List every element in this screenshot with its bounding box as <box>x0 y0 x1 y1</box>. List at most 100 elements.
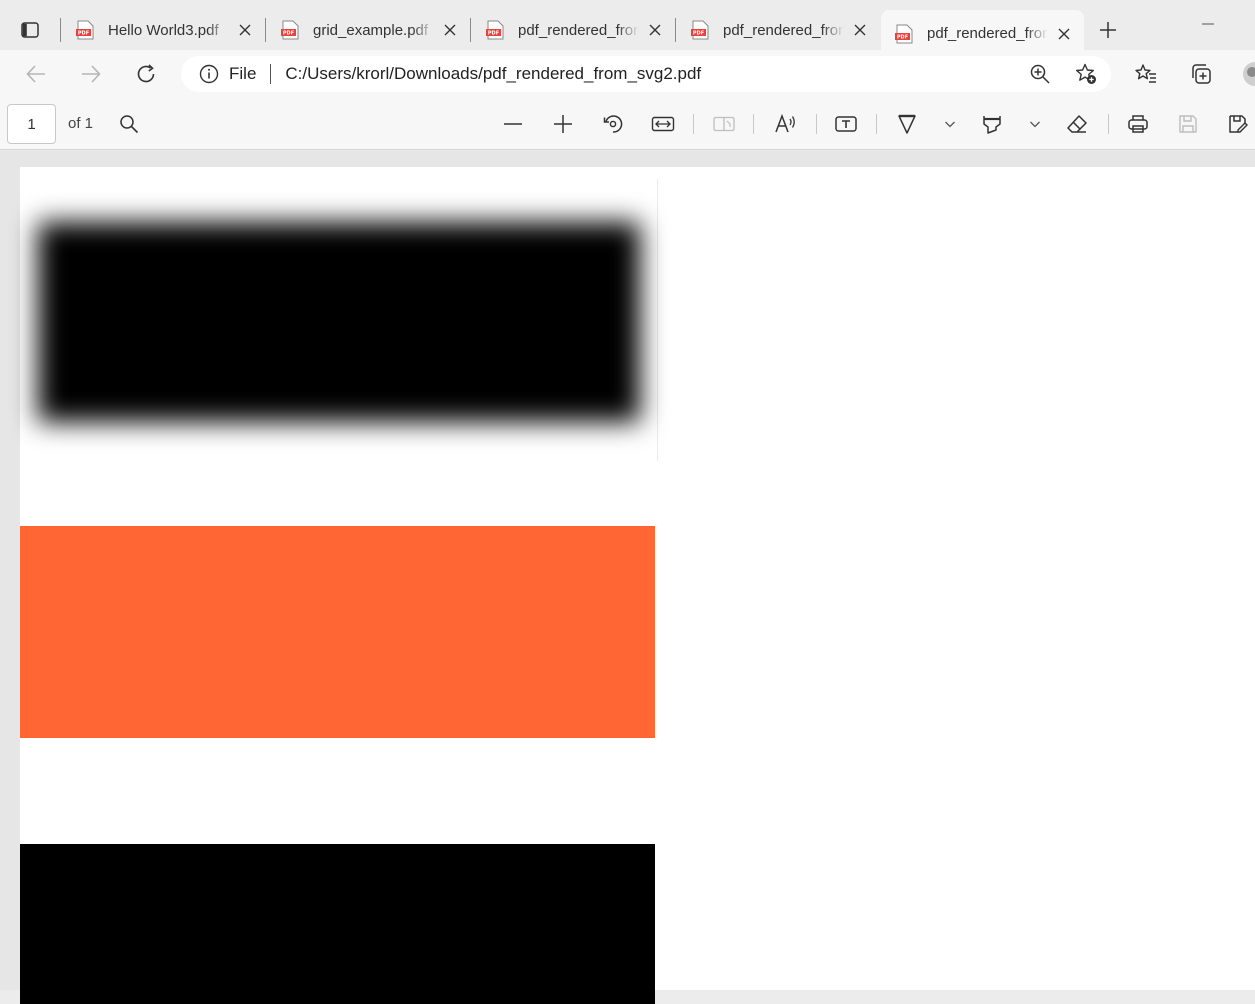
favorites-button[interactable] <box>1130 58 1162 90</box>
pdf-file-icon: PDF <box>281 20 299 40</box>
tab-hello-world3[interactable]: PDF Hello World3.pdf <box>62 10 265 50</box>
arrow-left-icon <box>25 63 47 85</box>
tab-actions-icon <box>20 20 40 40</box>
address-bar[interactable]: File C:/Users/krorl/Downloads/pdf_render… <box>181 56 1111 92</box>
zoom-in-button[interactable] <box>548 109 578 139</box>
print-button[interactable] <box>1123 109 1153 139</box>
forward-button[interactable] <box>75 58 107 90</box>
save-as-icon <box>1227 113 1249 135</box>
close-tab-icon[interactable] <box>1054 24 1074 44</box>
close-tab-icon[interactable] <box>645 20 665 40</box>
page-total-label: of 1 <box>68 115 94 132</box>
blurred-black-rectangle <box>38 222 640 422</box>
tab-separator <box>470 18 471 42</box>
search-icon <box>119 114 139 134</box>
favorites-star-list-icon <box>1134 62 1158 86</box>
fit-to-width-button[interactable] <box>648 109 678 139</box>
url-text[interactable]: C:/Users/krorl/Downloads/pdf_rendered_fr… <box>285 64 1025 84</box>
blur-clip-edge <box>657 179 658 461</box>
read-aloud-button[interactable] <box>771 109 801 139</box>
tab-title: pdf_rendered_from_svg1.pdf <box>723 21 844 39</box>
minimize-window-button[interactable] <box>1196 12 1220 36</box>
svg-text:PDF: PDF <box>78 31 89 37</box>
tab-pdf-rendered-from-svg1[interactable]: PDF pdf_rendered_from_svg1.pdf <box>677 10 880 50</box>
draw-options-dropdown[interactable] <box>935 109 965 139</box>
minus-icon <box>503 114 523 134</box>
close-tab-icon[interactable] <box>440 20 460 40</box>
close-tab-icon[interactable] <box>850 20 870 40</box>
minimize-icon <box>1201 17 1215 31</box>
pdf-viewer-area[interactable] <box>0 151 1255 1004</box>
svg-text:PDF: PDF <box>283 31 294 37</box>
draw-pen-icon <box>896 113 918 135</box>
refresh-button[interactable] <box>130 58 162 90</box>
refresh-icon <box>135 63 157 85</box>
toolbar-separator <box>753 114 754 134</box>
tab-actions-menu-button[interactable] <box>14 14 46 46</box>
toolbar-separator <box>1108 114 1109 134</box>
highlighter-icon <box>981 113 1003 135</box>
draw-button[interactable] <box>892 109 922 139</box>
new-tab-button[interactable] <box>1092 14 1124 46</box>
plus-icon <box>553 114 573 134</box>
save-disk-icon <box>1177 113 1199 135</box>
tab-title: Hello World3.pdf <box>108 21 219 39</box>
tab-separator <box>265 18 266 42</box>
pdf-page <box>20 167 1255 1004</box>
url-scheme-label: File <box>229 64 257 83</box>
pdf-file-icon: PDF <box>76 20 94 40</box>
tab-pdf-rendered-from-svg[interactable]: PDF pdf_rendered_from_svg.pdf <box>472 10 675 50</box>
profile-avatar[interactable] <box>1243 62 1255 86</box>
collections-icon <box>1189 62 1213 86</box>
rotate-icon <box>602 113 624 135</box>
toolbar-separator <box>876 114 877 134</box>
pdf-file-icon: PDF <box>486 20 504 40</box>
orange-rectangle <box>20 526 655 738</box>
fit-width-icon <box>651 114 675 134</box>
plus-icon <box>1099 21 1117 39</box>
toolbar-separator <box>816 114 817 134</box>
zoom-out-button[interactable] <box>498 109 528 139</box>
rotate-button[interactable] <box>598 109 628 139</box>
two-page-view-icon <box>712 114 736 134</box>
add-text-button[interactable] <box>831 109 861 139</box>
tab-title: pdf_rendered_from_svg.pdf <box>518 21 639 39</box>
tab-title: pdf_rendered_from_svg2.pdf <box>927 25 1048 42</box>
toolbar-separator <box>693 114 694 134</box>
svg-text:PDF: PDF <box>693 31 704 37</box>
text-box-icon <box>834 114 858 134</box>
tab-grid-example[interactable]: PDF grid_example.pdf <box>267 10 470 50</box>
pdf-toolbar: of 1 <box>0 98 1255 150</box>
chevron-down-icon <box>944 119 956 129</box>
address-divider <box>270 64 272 84</box>
save-button[interactable] <box>1173 109 1203 139</box>
highlight-button[interactable] <box>977 109 1007 139</box>
tab-title: grid_example.pdf <box>313 21 429 39</box>
black-rectangle <box>20 844 655 1004</box>
chevron-down-icon <box>1029 119 1041 129</box>
tab-separator <box>60 18 61 42</box>
back-button[interactable] <box>20 58 52 90</box>
pdf-file-icon: PDF <box>895 24 913 44</box>
svg-text:PDF: PDF <box>897 34 908 40</box>
close-tab-icon[interactable] <box>235 20 255 40</box>
svg-text:PDF: PDF <box>488 31 499 37</box>
page-view-button[interactable] <box>709 109 739 139</box>
collections-button[interactable] <box>1185 58 1217 90</box>
add-favorite-icon[interactable] <box>1071 59 1101 89</box>
find-button[interactable] <box>114 109 144 139</box>
tab-separator <box>675 18 676 42</box>
read-aloud-icon <box>774 113 798 135</box>
eraser-icon <box>1066 113 1088 135</box>
printer-icon <box>1127 113 1149 135</box>
info-icon[interactable] <box>197 62 221 86</box>
zoom-in-icon[interactable] <box>1025 59 1055 89</box>
pdf-file-icon: PDF <box>691 20 709 40</box>
highlight-options-dropdown[interactable] <box>1020 109 1050 139</box>
tab-strip: PDF Hello World3.pdf PDF grid_example.pd… <box>0 0 1255 57</box>
erase-button[interactable] <box>1062 109 1092 139</box>
save-as-button[interactable] <box>1223 109 1253 139</box>
arrow-right-icon <box>80 63 102 85</box>
navigation-bar: File C:/Users/krorl/Downloads/pdf_render… <box>0 50 1255 98</box>
page-number-input[interactable] <box>7 104 56 144</box>
